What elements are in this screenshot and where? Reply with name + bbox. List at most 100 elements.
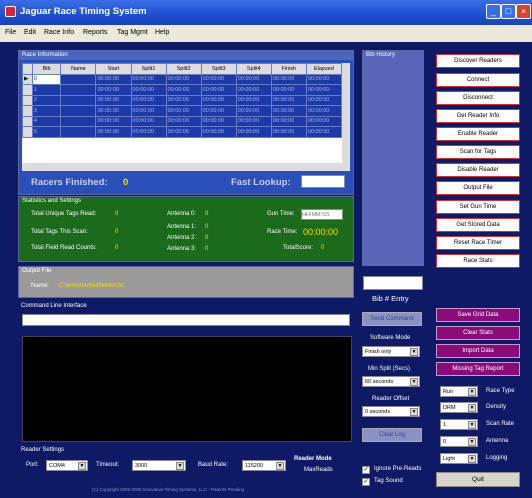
table-cell[interactable]: 00:00:00 xyxy=(165,84,202,96)
table-cell[interactable]: 00:00:00 xyxy=(270,84,307,96)
table-cell[interactable]: 3 xyxy=(31,105,62,117)
col-bib[interactable]: Bib xyxy=(31,63,62,75)
table-cell[interactable]: 00:00:00 xyxy=(235,73,272,85)
table-cell[interactable]: 0 xyxy=(31,73,62,85)
row-header[interactable] xyxy=(22,126,33,138)
table-cell[interactable]: 00:00:00 xyxy=(235,94,272,106)
clear-log-button[interactable]: Clear Log xyxy=(362,428,422,442)
maximize-icon[interactable]: □ xyxy=(501,4,516,19)
table-cell[interactable]: 00:00:00 xyxy=(130,73,167,85)
minimize-icon[interactable]: _ xyxy=(486,4,501,19)
table-cell[interactable]: 00:00:00 xyxy=(235,126,272,138)
close-icon[interactable]: × xyxy=(516,4,531,19)
table-cell[interactable]: 00:00:00 xyxy=(200,73,237,85)
table-cell[interactable]: 00:00:00 xyxy=(95,126,132,138)
table-cell[interactable]: 00:00:00 xyxy=(95,94,132,106)
table-cell[interactable]: 00:00:00 xyxy=(95,84,132,96)
table-cell[interactable]: 00:00:00 xyxy=(95,73,132,85)
menu-reports[interactable]: Reports xyxy=(83,29,108,36)
menu-help[interactable]: Help xyxy=(155,29,169,36)
missing-tag-report-button[interactable]: Missing Tag Report xyxy=(436,362,520,376)
table-cell[interactable]: 00:00:00 xyxy=(130,94,167,106)
table-cell[interactable]: 00:00:00 xyxy=(130,84,167,96)
col-split1[interactable]: Split1 xyxy=(130,63,167,75)
table-cell[interactable] xyxy=(60,105,97,117)
get-reader-info-button[interactable]: Get Reader Info xyxy=(436,109,520,123)
table-cell[interactable]: 00:00:00 xyxy=(235,84,272,96)
discover-readers-button[interactable]: Discover Readers xyxy=(436,54,520,68)
col-split3[interactable]: Split3 xyxy=(200,63,237,75)
table-cell[interactable]: 00:00:00 xyxy=(95,115,132,127)
table-cell[interactable] xyxy=(60,126,97,138)
enable-reader-button[interactable]: Enable Reader xyxy=(436,127,520,141)
table-cell[interactable]: 00:00:00 xyxy=(130,115,167,127)
col-name[interactable]: Name xyxy=(60,63,97,75)
clear-stats-button[interactable]: Clear Stats xyxy=(436,326,520,340)
table-cell[interactable]: 00:00:00 xyxy=(200,105,237,117)
table-row[interactable]: ▶ 0 00:00:00 00:00:00 00:00:00 00:00:00 00:00:… xyxy=(22,73,343,85)
save-grid-data-button[interactable]: Save Grid Data xyxy=(436,308,520,322)
port-select[interactable]: COM4 ▼ xyxy=(46,460,88,471)
table-row[interactable]: 2 00:00:00 00:00:00 00:00:00 00:00:00 00:00:0… xyxy=(22,94,343,106)
scan-rate-select[interactable]: 1 ▼ xyxy=(440,419,478,430)
baud-select[interactable]: 115200 ▼ xyxy=(242,460,286,471)
reset-race-timer-button[interactable]: Reset Race Timer xyxy=(436,236,520,250)
table-cell[interactable]: 00:00:00 xyxy=(235,105,272,117)
import-data-button[interactable]: Import Data xyxy=(436,344,520,358)
table-cell[interactable]: 00:00:00 xyxy=(305,115,343,127)
table-cell[interactable]: 00:00:00 xyxy=(305,105,343,117)
output-file-button[interactable]: Output File xyxy=(436,181,520,195)
quit-button[interactable]: Quit xyxy=(436,472,520,487)
col-elapsed[interactable]: Elapsed xyxy=(305,63,343,75)
gun-time-input[interactable] xyxy=(301,209,343,220)
row-header[interactable] xyxy=(22,115,33,127)
table-cell[interactable]: 00:00:00 xyxy=(200,126,237,138)
get-stored-data-button[interactable]: Get Stored Data xyxy=(436,218,520,232)
table-cell[interactable]: 00:00:00 xyxy=(270,94,307,106)
table-cell[interactable]: 00:00:00 xyxy=(305,94,343,106)
min-split-select[interactable]: 60 seconds ▼ xyxy=(362,376,420,387)
set-gun-time-button[interactable]: Set Gun Time xyxy=(436,200,520,214)
menu-file[interactable]: File xyxy=(5,29,16,36)
table-cell[interactable]: 00:00:00 xyxy=(270,126,307,138)
timeout-select[interactable]: 3000 ▼ xyxy=(132,460,186,471)
bib-entry-input[interactable] xyxy=(363,276,423,290)
reader-offset-select[interactable]: 0 seconds ▼ xyxy=(362,406,420,417)
table-row[interactable]: 3 00:00:00 00:00:00 00:00:00 00:00:00 00:00:0… xyxy=(22,105,343,117)
table-cell[interactable]: 2 xyxy=(31,94,62,106)
race-grid[interactable]: Bib Name Start Split1 Split2 Split3 Spli… xyxy=(22,63,350,171)
table-cell[interactable]: 00:00:00 xyxy=(130,105,167,117)
menu-tag-mgmt[interactable]: Tag Mgmt xyxy=(117,29,148,36)
disable-reader-button[interactable]: Disable Reader xyxy=(436,163,520,177)
density-select[interactable]: DRM ▼ xyxy=(440,402,478,413)
table-cell[interactable]: 00:00:00 xyxy=(305,84,343,96)
scan-for-tags-button[interactable]: Scan for Tags xyxy=(436,145,520,159)
table-cell[interactable]: 1 xyxy=(31,84,62,96)
table-cell[interactable] xyxy=(60,94,97,106)
row-header[interactable] xyxy=(22,84,33,96)
table-cell[interactable]: 00:00:00 xyxy=(165,126,202,138)
table-cell[interactable]: 00:00:00 xyxy=(165,115,202,127)
table-cell[interactable] xyxy=(60,73,97,85)
row-header[interactable] xyxy=(22,105,33,117)
fast-lookup-input[interactable] xyxy=(301,175,345,188)
table-cell[interactable]: 00:00:00 xyxy=(200,94,237,106)
table-cell[interactable]: 00:00:00 xyxy=(270,115,307,127)
race-stats-button[interactable]: Race Stats xyxy=(436,254,520,268)
cli-input[interactable] xyxy=(22,314,350,326)
menu-edit[interactable]: Edit xyxy=(24,29,36,36)
menu-race-info[interactable]: Race Info xyxy=(44,29,74,36)
table-cell[interactable]: 00:00:00 xyxy=(305,73,343,85)
table-cell[interactable]: 00:00:00 xyxy=(130,126,167,138)
col-start[interactable]: Start xyxy=(95,63,132,75)
connect-button[interactable]: Connect xyxy=(436,73,520,87)
table-cell[interactable]: 00:00:00 xyxy=(305,126,343,138)
table-cell[interactable]: 00:00:00 xyxy=(270,105,307,117)
col-finish[interactable]: Finish xyxy=(270,63,307,75)
bib-history-list[interactable] xyxy=(365,63,421,263)
table-cell[interactable]: 00:00:00 xyxy=(165,94,202,106)
table-cell[interactable]: 00:00:00 xyxy=(200,84,237,96)
software-mode-select[interactable]: Finish only ▼ xyxy=(362,346,420,357)
row-header[interactable]: ▶ xyxy=(22,73,33,85)
table-cell[interactable]: 00:00:00 xyxy=(165,105,202,117)
